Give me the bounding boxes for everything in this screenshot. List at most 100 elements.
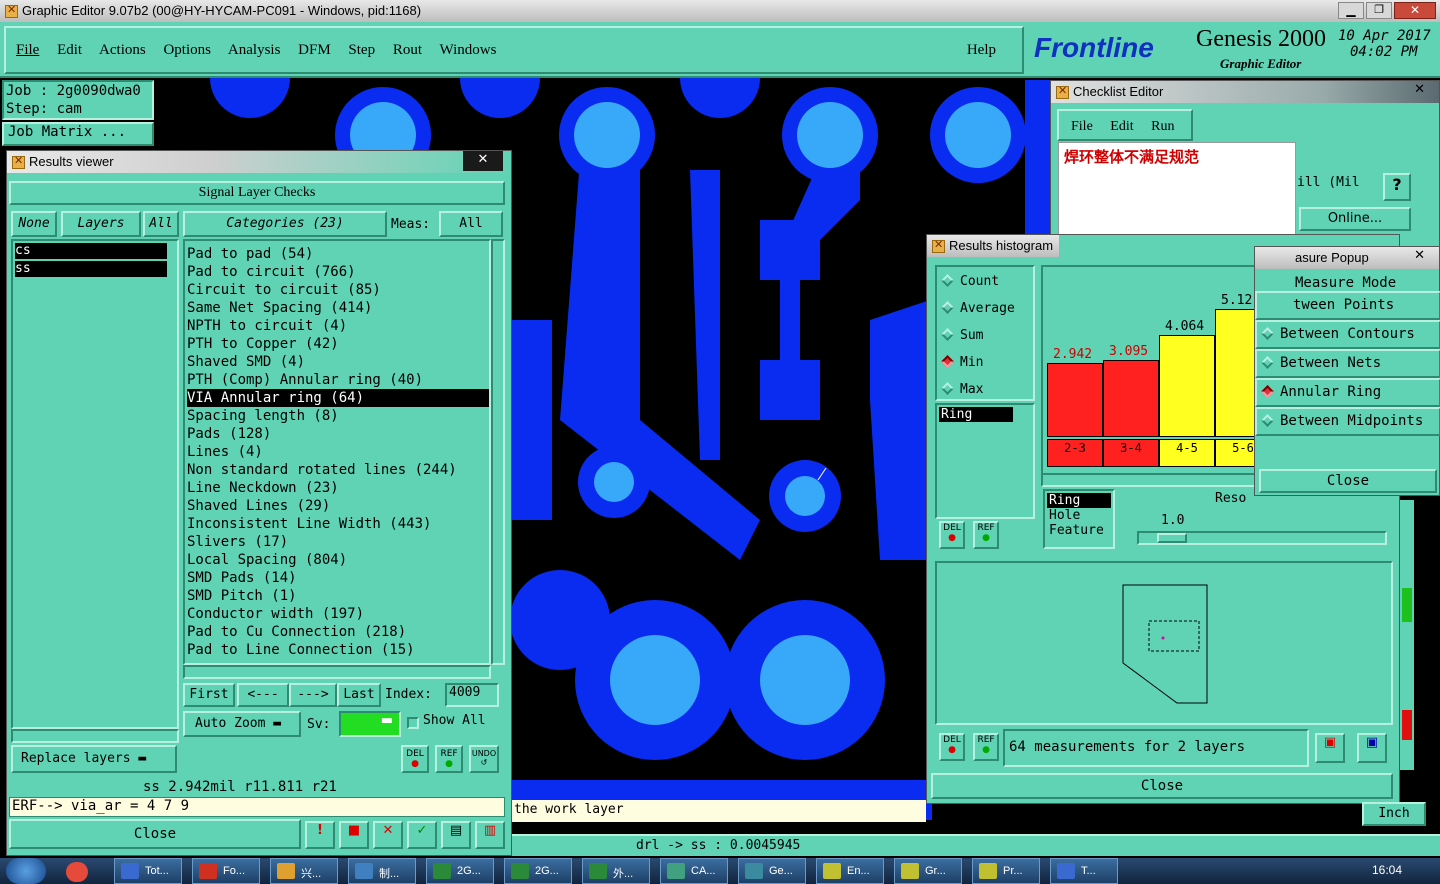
taskbar-item[interactable]: Fo... — [192, 858, 260, 884]
first-button[interactable]: First — [183, 683, 235, 707]
category-item[interactable]: SMD Pads (14) — [187, 569, 489, 587]
category-vscroll[interactable] — [491, 239, 505, 665]
menu-dfm[interactable]: DFM — [298, 42, 331, 58]
taskbar-item[interactable]: Pr... — [972, 858, 1040, 884]
toolbar-icon-5[interactable]: ▤ — [441, 821, 471, 849]
bar-range-label[interactable]: 3-4 — [1103, 439, 1159, 467]
category-item[interactable]: Inconsistent Line Width (443) — [187, 515, 489, 533]
menu-actions[interactable]: Actions — [99, 42, 146, 58]
shape-del-button[interactable]: DEL ● — [939, 733, 965, 761]
minimize-button[interactable]: ▁ — [1338, 2, 1364, 19]
category-item[interactable]: Conductor width (197) — [187, 605, 489, 623]
taskbar-item[interactable]: Tot... — [114, 858, 182, 884]
category-item[interactable]: Slivers (17) — [187, 533, 489, 551]
category-list[interactable]: Pad to pad (54) Pad to circuit (766) Circu… — [183, 239, 491, 665]
mode-option[interactable]: Average — [937, 298, 1033, 325]
menu-analysis[interactable]: Analysis — [228, 42, 281, 58]
histogram-bar[interactable] — [1047, 363, 1103, 437]
ring-list[interactable]: Ring — [935, 403, 1035, 519]
taskbar-item[interactable]: 制... — [348, 858, 416, 884]
hist-close-button[interactable]: Close — [931, 773, 1393, 799]
menu-step[interactable]: Step — [348, 42, 375, 58]
ce-menu-file[interactable]: File — [1071, 119, 1093, 134]
taskbar-item[interactable]: 兴... — [270, 858, 338, 884]
index-input[interactable]: 4009 — [445, 683, 499, 707]
measure-mode-option[interactable]: Between Contours — [1255, 320, 1440, 349]
radio-icon[interactable] — [1261, 414, 1274, 427]
shape-ref-button[interactable]: REF ● — [973, 733, 999, 761]
ref-icon-button[interactable]: REF ● — [435, 745, 463, 773]
categories-button[interactable]: Categories (23) — [183, 211, 387, 237]
menu-edit[interactable]: Edit — [57, 42, 82, 58]
sv-color-select[interactable]: ▬ — [339, 711, 401, 737]
measure-mode-option[interactable]: Annular Ring — [1255, 378, 1440, 407]
show-all-checkbox[interactable] — [407, 717, 419, 729]
menu-windows[interactable]: Windows — [440, 42, 497, 58]
category-item[interactable]: PTH (Comp) Annular ring (40) — [187, 371, 489, 389]
layer-hscroll[interactable] — [11, 729, 179, 743]
layer-item[interactable]: cs — [15, 243, 167, 259]
bar-range-label[interactable]: 4-5 — [1159, 439, 1215, 467]
taskbar-item[interactable]: 外... — [582, 858, 650, 884]
category-item[interactable]: Same Net Spacing (414) — [187, 299, 489, 317]
layer-item[interactable]: ss — [15, 261, 167, 277]
category-item[interactable]: VIA Annular ring (64) — [187, 389, 489, 407]
measure-close-button[interactable]: Close — [1259, 469, 1437, 493]
toolbar-icon-1[interactable]: ! — [305, 821, 335, 849]
units-button[interactable]: Inch — [1362, 802, 1426, 826]
category-item[interactable]: Pads (128) — [187, 425, 489, 443]
category-item[interactable]: Circuit to circuit (85) — [187, 281, 489, 299]
ce-online-button[interactable]: Online... — [1299, 207, 1411, 231]
ce-menu-run[interactable]: Run — [1151, 119, 1174, 134]
mode-option[interactable]: Sum — [937, 325, 1033, 352]
ring-item[interactable]: Ring — [939, 407, 1013, 422]
radio-icon[interactable] — [1261, 327, 1274, 340]
radio-icon[interactable] — [941, 274, 954, 287]
ce-close-icon[interactable]: ✕ — [1414, 81, 1425, 97]
category-item[interactable]: Spacing length (8) — [187, 407, 489, 425]
radio-icon[interactable] — [941, 328, 954, 341]
category-item[interactable]: PTH to Copper (42) — [187, 335, 489, 353]
close-window-button[interactable]: ✕ — [1394, 2, 1436, 19]
layers-button[interactable]: Layers — [61, 211, 141, 237]
replace-layers-button[interactable]: Replace layers ▬ — [11, 745, 177, 773]
category-item[interactable]: SMD Pitch (1) — [187, 587, 489, 605]
menu-help[interactable]: Help — [967, 42, 996, 59]
job-matrix-button[interactable]: Job Matrix ... — [2, 122, 154, 146]
measure-type-item[interactable]: Feature — [1047, 523, 1113, 538]
category-item[interactable]: Lines (4) — [187, 443, 489, 461]
category-item[interactable]: Non standard rotated lines (244) — [187, 461, 489, 479]
radio-icon[interactable] — [941, 382, 954, 395]
reso-slider[interactable] — [1137, 531, 1387, 545]
category-hscroll[interactable] — [183, 665, 491, 679]
histogram-bar[interactable] — [1159, 335, 1215, 437]
measure-type-item[interactable]: Hole — [1047, 508, 1113, 523]
taskbar-item[interactable]: CA... — [660, 858, 728, 884]
taskbar-item[interactable]: 2G... — [504, 858, 572, 884]
category-item[interactable]: Line Neckdown (23) — [187, 479, 489, 497]
category-item[interactable]: Pad to Line Connection (15) — [187, 641, 489, 659]
category-item[interactable]: Pad to pad (54) — [187, 245, 489, 263]
mode-option[interactable]: Max — [937, 379, 1033, 406]
toolbar-icon-3[interactable]: ✕ — [373, 821, 403, 849]
radio-icon[interactable] — [941, 301, 954, 314]
histogram-bar[interactable] — [1103, 360, 1159, 437]
ce-menu-edit[interactable]: Edit — [1110, 119, 1133, 134]
all-layers-button[interactable]: All — [143, 211, 179, 237]
start-button[interactable] — [6, 858, 46, 884]
undo-icon-button[interactable]: UNDO ↺ — [469, 745, 499, 773]
mode-option[interactable]: Min — [937, 352, 1033, 379]
measure-mode-option[interactable]: Between Nets — [1255, 349, 1440, 378]
taskbar-item[interactable]: Gr... — [894, 858, 962, 884]
layer-list[interactable]: cs ss — [11, 239, 179, 729]
reso-slider-thumb[interactable] — [1157, 533, 1187, 543]
pinned-icon[interactable] — [66, 862, 88, 882]
rv-close-button[interactable]: Close — [9, 819, 301, 849]
bar-range-label[interactable]: 2-3 — [1047, 439, 1103, 467]
measure-mode-option[interactable]: tween Points — [1255, 291, 1440, 320]
del-icon-button[interactable]: DEL ● — [401, 745, 429, 773]
menu-options[interactable]: Options — [163, 42, 211, 58]
category-item[interactable]: Pad to circuit (766) — [187, 263, 489, 281]
menu-file[interactable]: File — [16, 42, 39, 58]
hist-del-button[interactable]: DEL ● — [939, 521, 965, 549]
